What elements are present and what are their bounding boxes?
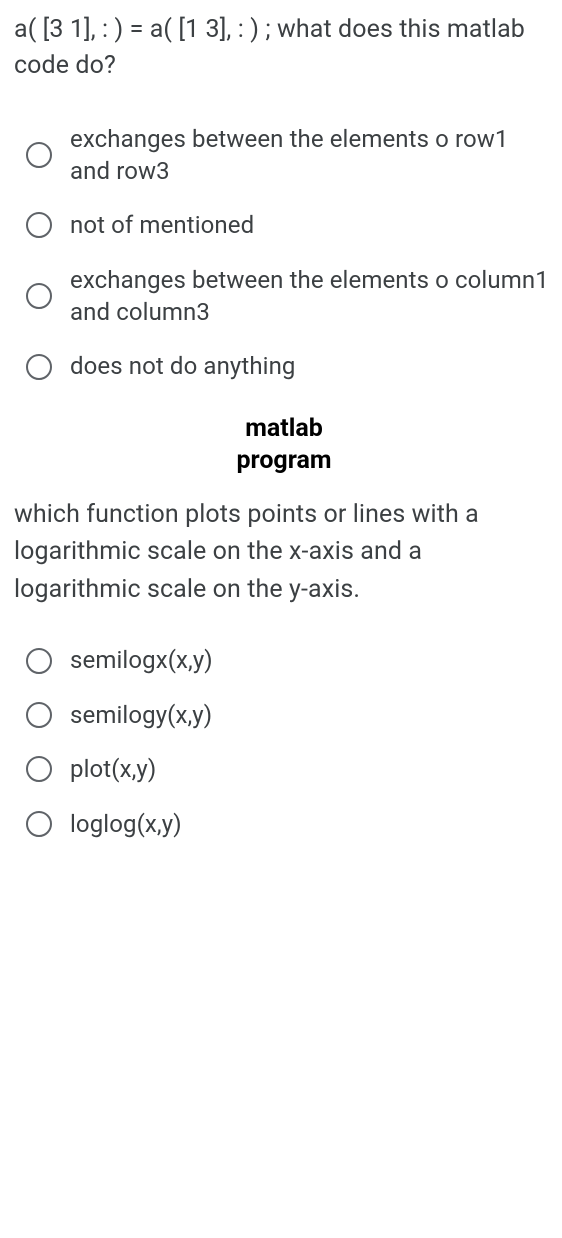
radio-icon <box>26 811 52 837</box>
option-label: semilogy(x,y) <box>70 699 212 731</box>
option-label: does not do anything <box>70 350 296 382</box>
radio-icon <box>26 648 52 674</box>
option-label: plot(x,y) <box>70 753 156 785</box>
radio-icon <box>26 354 52 380</box>
option-label: loglog(x,y) <box>70 808 182 840</box>
question-2-text: which function plots points or lines wit… <box>14 496 554 609</box>
q1-option-2[interactable]: not of mentioned <box>14 201 554 249</box>
option-label: semilogx(x,y) <box>70 644 213 676</box>
radio-icon <box>26 283 52 309</box>
section-header-line1: matlab <box>14 413 554 446</box>
radio-icon <box>26 702 52 728</box>
option-label: exchanges between the elements o column1… <box>70 264 552 329</box>
option-label: not of mentioned <box>70 209 254 241</box>
q2-option-4[interactable]: loglog(x,y) <box>14 800 554 848</box>
q2-option-3[interactable]: plot(x,y) <box>14 745 554 793</box>
question-1-text: a( [3 1], : ) = a( [1 3], : ) ; what doe… <box>14 12 554 85</box>
radio-icon <box>26 142 52 168</box>
radio-icon <box>26 212 52 238</box>
section-header: matlab program <box>14 413 554 478</box>
q1-option-1[interactable]: exchanges between the elements o row1 an… <box>14 115 554 196</box>
q2-option-1[interactable]: semilogx(x,y) <box>14 636 554 684</box>
question-1-options: exchanges between the elements o row1 an… <box>14 115 554 391</box>
q1-option-3[interactable]: exchanges between the elements o column1… <box>14 256 554 337</box>
q2-option-2[interactable]: semilogy(x,y) <box>14 691 554 739</box>
option-label: exchanges between the elements o row1 an… <box>70 123 552 188</box>
question-2-options: semilogx(x,y) semilogy(x,y) plot(x,y) lo… <box>14 636 554 848</box>
q1-option-4[interactable]: does not do anything <box>14 342 554 390</box>
radio-icon <box>26 756 52 782</box>
section-header-line2: program <box>14 445 554 478</box>
